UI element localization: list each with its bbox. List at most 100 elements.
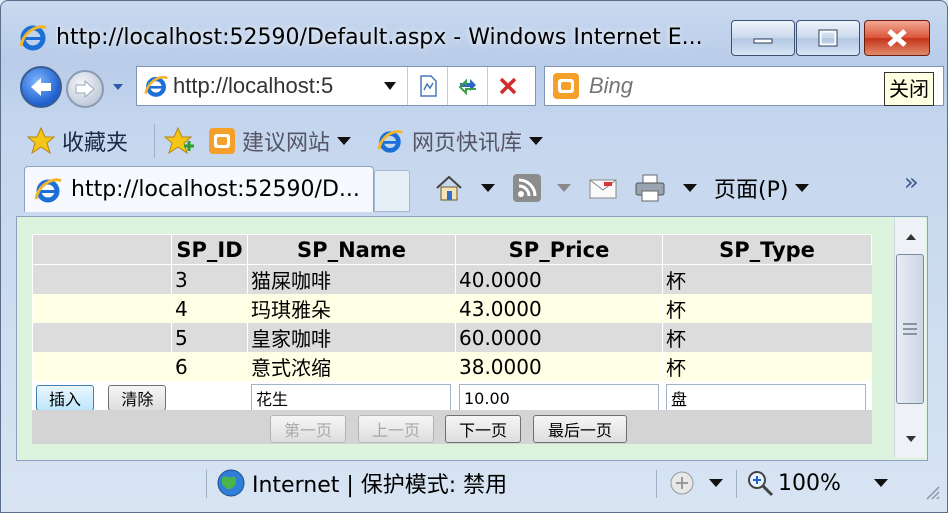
minimize-icon xyxy=(753,38,773,44)
stop-button[interactable] xyxy=(487,67,527,105)
resize-grip-icon[interactable] xyxy=(924,484,940,500)
close-tooltip: 关闭 xyxy=(884,72,934,106)
table-row: 3 猫屎咖啡 40.0000 杯 xyxy=(32,264,872,294)
cell-sp-price: 40.0000 xyxy=(455,264,663,294)
next-page-button[interactable]: 下一页 xyxy=(445,415,521,443)
ie-web-slice-icon xyxy=(377,130,403,153)
favorites-separator xyxy=(154,124,155,158)
cell-sp-name: 皇家咖啡 xyxy=(247,323,456,352)
mail-icon xyxy=(589,179,617,199)
cell-sp-id: 4 xyxy=(171,294,248,323)
row-empty-cell xyxy=(32,264,172,294)
toolbar-overflow-chevron-icon[interactable]: » xyxy=(904,162,919,202)
cell-sp-id: 5 xyxy=(171,323,248,352)
maximize-button[interactable] xyxy=(796,20,860,56)
recent-pages-dropdown-icon[interactable] xyxy=(111,80,125,94)
refresh-button[interactable] xyxy=(447,67,487,105)
page-favicon xyxy=(139,69,173,103)
chevron-down-icon xyxy=(337,137,352,145)
table-row: 4 玛琪雅朵 43.0000 杯 xyxy=(32,294,872,323)
type-input[interactable] xyxy=(666,384,866,412)
web-slice-gallery-menu[interactable]: 网页快讯库 xyxy=(376,118,544,164)
cell-sp-type: 杯 xyxy=(662,352,872,381)
tab-default-aspx[interactable]: http://localhost:52590/D... xyxy=(24,166,374,212)
favorites-button[interactable]: 收藏夹 xyxy=(26,118,128,164)
header-sp-name: SP_Name xyxy=(247,234,456,265)
first-page-button[interactable]: 第一页 xyxy=(270,415,346,443)
globe-icon xyxy=(217,469,245,497)
clear-button[interactable]: 清除 xyxy=(108,385,167,411)
security-zone[interactable]: Internet | 保护模式: 禁用 xyxy=(216,464,507,502)
price-input[interactable] xyxy=(459,384,659,412)
zone-text: Internet | 保护模式: 禁用 xyxy=(252,473,508,498)
add-favorite-star-icon xyxy=(164,126,194,155)
row-empty-cell xyxy=(32,352,172,381)
address-input[interactable] xyxy=(173,71,373,101)
name-input[interactable] xyxy=(251,384,451,412)
cell-sp-type: 杯 xyxy=(662,323,872,352)
chevron-down-icon xyxy=(481,184,495,192)
zoom-value: 100% xyxy=(778,470,841,496)
close-button[interactable] xyxy=(864,20,930,56)
header-empty-cell xyxy=(32,234,172,265)
cell-sp-price: 38.0000 xyxy=(455,352,663,381)
header-sp-price: SP_Price xyxy=(455,234,663,265)
back-button[interactable] xyxy=(20,66,62,108)
chevron-down-icon xyxy=(683,184,697,192)
chevron-down-icon xyxy=(873,479,888,487)
forward-button[interactable] xyxy=(66,70,104,108)
status-bar: Internet | 保护模式: 禁用 100% xyxy=(0,464,946,504)
table-row: 6 意式浓缩 38.0000 杯 xyxy=(32,352,872,381)
grid-pager: 第一页 上一页 下一页 最后一页 xyxy=(32,410,872,444)
status-separator xyxy=(736,470,737,498)
minimize-button[interactable] xyxy=(731,20,795,56)
zoom-magnifier-icon xyxy=(748,471,774,497)
scrollbar-thumb[interactable] xyxy=(896,254,924,404)
last-page-button[interactable]: 最后一页 xyxy=(533,415,627,443)
search-input[interactable] xyxy=(589,73,889,99)
ie-page-icon xyxy=(144,75,168,97)
bing-suggested-sites-icon xyxy=(209,128,235,154)
add-to-favorites-button[interactable] xyxy=(164,118,196,164)
cell-sp-type: 杯 xyxy=(662,294,872,323)
chevron-down-icon xyxy=(795,184,810,192)
web-slice-gallery-label: 网页快讯库 xyxy=(412,131,523,156)
row-empty-cell xyxy=(32,294,172,323)
chevron-down-icon xyxy=(709,479,723,487)
previous-page-button[interactable]: 上一页 xyxy=(358,415,434,443)
page-menu[interactable]: 页面(P) xyxy=(714,168,810,208)
print-button[interactable] xyxy=(634,168,698,208)
grid-header-row: SP_ID SP_Name SP_Price SP_Type xyxy=(32,234,872,265)
new-tab-button[interactable] xyxy=(374,170,410,212)
ie-tab-icon xyxy=(34,177,62,202)
favorites-label: 收藏夹 xyxy=(62,131,129,156)
insert-button[interactable]: 插入 xyxy=(36,385,95,411)
privacy-report-button[interactable] xyxy=(668,464,724,502)
tab-label: http://localhost:52590/D... xyxy=(71,177,360,202)
compatibility-view-button[interactable] xyxy=(407,67,447,105)
arrow-left-icon xyxy=(31,78,51,96)
suggested-sites-menu[interactable]: 建议网站 xyxy=(208,118,352,164)
cell-sp-id: 6 xyxy=(171,352,248,381)
zoom-level-button[interactable]: 100% xyxy=(746,464,889,502)
table-row: 5 皇家咖啡 60.0000 杯 xyxy=(32,323,872,352)
bing-logo-icon xyxy=(553,73,579,99)
home-button[interactable] xyxy=(434,168,496,208)
read-mail-button[interactable] xyxy=(588,168,618,208)
address-bar xyxy=(136,66,536,106)
scroll-up-icon[interactable] xyxy=(896,222,926,252)
cell-sp-name: 玛琪雅朵 xyxy=(247,294,456,323)
rss-feed-icon xyxy=(513,174,541,202)
feeds-button[interactable] xyxy=(512,168,572,208)
scroll-down-icon[interactable] xyxy=(896,424,926,454)
arrow-right-icon xyxy=(75,79,95,99)
header-sp-id: SP_ID xyxy=(171,234,248,265)
cell-sp-id: 3 xyxy=(171,264,248,294)
star-icon xyxy=(26,126,56,155)
printer-icon xyxy=(635,174,665,202)
status-separator xyxy=(206,470,207,498)
window-title: http://localhost:52590/Default.aspx - Wi… xyxy=(56,25,703,50)
address-dropdown-button[interactable] xyxy=(373,67,407,105)
row-empty-cell xyxy=(32,323,172,352)
stop-x-icon xyxy=(499,77,516,95)
